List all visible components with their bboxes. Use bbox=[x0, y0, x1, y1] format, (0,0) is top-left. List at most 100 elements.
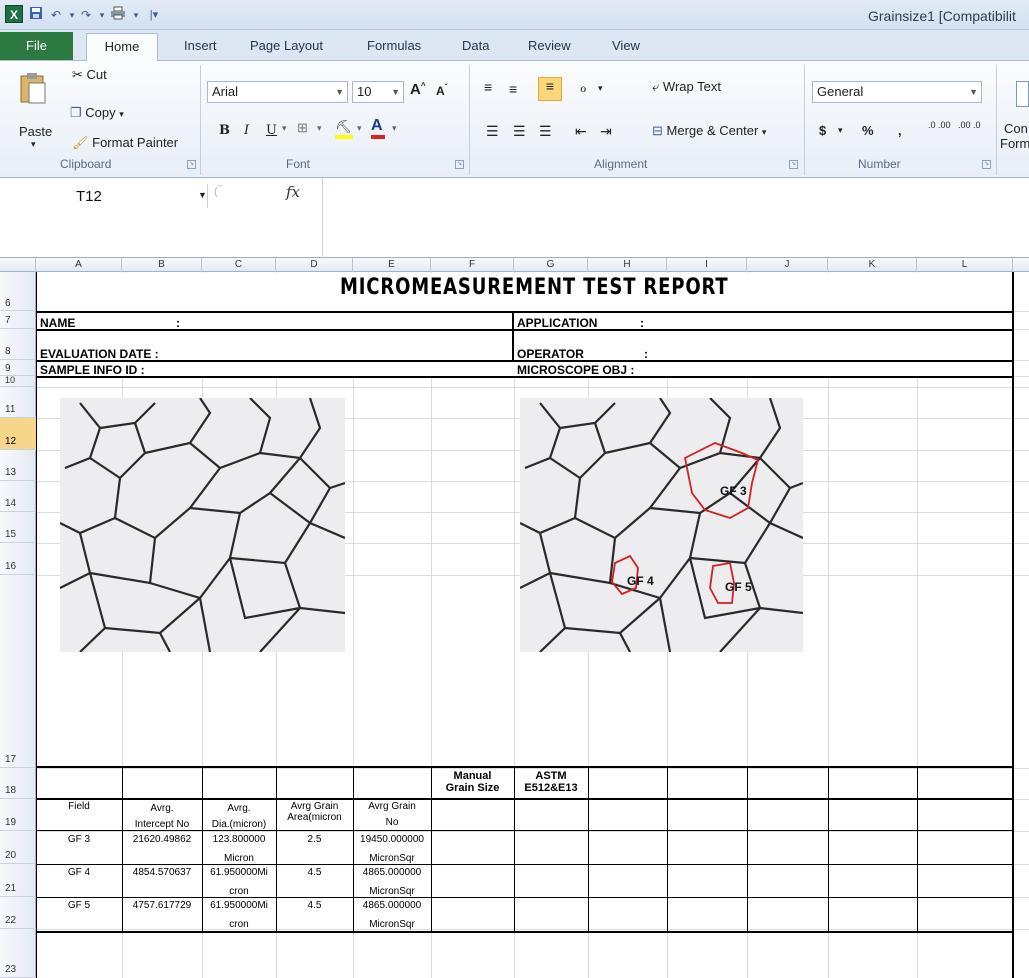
decrease-indent-icon[interactable]: ⇤ bbox=[575, 123, 587, 140]
name-box[interactable]: T12 bbox=[0, 184, 208, 208]
font-name-combo[interactable]: Arial ▼ bbox=[207, 81, 348, 103]
tab-review[interactable]: Review bbox=[528, 38, 571, 53]
borders-dropdown-icon[interactable]: ▾ bbox=[317, 123, 322, 134]
row-header-21[interactable]: 21 bbox=[0, 864, 36, 897]
tab-formulas[interactable]: Formulas bbox=[367, 38, 421, 53]
merge-center-button[interactable]: ⊟ Merge & Center ▾ bbox=[652, 123, 766, 139]
underline-button[interactable]: U bbox=[266, 123, 277, 138]
italic-button[interactable]: I bbox=[244, 123, 249, 138]
tab-insert[interactable]: Insert bbox=[184, 38, 217, 53]
align-middle-icon[interactable]: ≡ bbox=[509, 81, 517, 97]
column-header-h[interactable]: H bbox=[588, 258, 667, 272]
row-header-8[interactable]: 8 bbox=[0, 329, 36, 360]
tab-data[interactable]: Data bbox=[462, 38, 489, 53]
excel-logo-icon[interactable]: X bbox=[5, 5, 23, 23]
formula-bar-collapse-icon[interactable]: (‾ bbox=[214, 184, 222, 198]
row-header-11[interactable]: 11 bbox=[0, 387, 36, 418]
column-header-d[interactable]: D bbox=[276, 258, 353, 272]
paste-button[interactable]: Paste bbox=[19, 124, 52, 139]
diameter-cell[interactable]: 61.950000Mi cron bbox=[202, 900, 276, 930]
underline-dropdown-icon[interactable]: ▾ bbox=[282, 123, 287, 134]
intercept-cell[interactable]: 21620.49862 bbox=[122, 834, 202, 845]
grow-font-button[interactable]: A^ bbox=[410, 81, 426, 98]
clipboard-launcher-icon[interactable]: ↘ bbox=[187, 160, 196, 169]
area-cell[interactable]: 2.5 bbox=[276, 834, 353, 845]
tab-home[interactable]: Home bbox=[86, 33, 158, 61]
field-cell[interactable]: GF 3 bbox=[36, 834, 122, 845]
fill-dropdown-icon[interactable]: ▾ bbox=[357, 123, 362, 134]
cut-button[interactable]: ✂ Cut bbox=[72, 67, 107, 83]
column-header-e[interactable]: E bbox=[353, 258, 431, 272]
row-header-16[interactable]: 16 bbox=[0, 543, 36, 575]
print-dropdown-icon[interactable]: ▾ bbox=[128, 6, 144, 24]
row-header-7[interactable]: 7 bbox=[0, 311, 36, 329]
row-header-20[interactable]: 20 bbox=[0, 831, 36, 864]
tab-file[interactable]: File bbox=[0, 32, 73, 60]
grain-no-cell[interactable]: 4865.000000 MicronSqr bbox=[353, 900, 431, 930]
bold-button[interactable]: B bbox=[219, 123, 230, 138]
area-cell[interactable]: 4.5 bbox=[276, 900, 353, 911]
customize-quick-access-icon[interactable]: |▾ bbox=[146, 6, 162, 24]
grain-no-cell[interactable]: 4865.000000 MicronSqr bbox=[353, 867, 431, 897]
field-cell[interactable]: GF 5 bbox=[36, 900, 122, 911]
column-header-l[interactable]: L bbox=[917, 258, 1013, 272]
font-size-combo[interactable]: 10 ▼ bbox=[352, 81, 404, 103]
currency-dropdown-icon[interactable]: ▾ bbox=[838, 125, 843, 136]
comma-button[interactable]: , bbox=[898, 123, 902, 138]
row-header-22[interactable]: 22 bbox=[0, 897, 36, 929]
align-left-icon[interactable]: ☰ bbox=[486, 123, 499, 140]
redo-icon[interactable]: ↷ bbox=[78, 6, 94, 24]
row-header-15[interactable]: 15 bbox=[0, 512, 36, 543]
align-bottom-icon[interactable]: ≡ bbox=[538, 77, 562, 101]
alignment-launcher-icon[interactable]: ↘ bbox=[789, 160, 798, 169]
row-header-17[interactable]: 17 bbox=[0, 575, 36, 768]
worksheet-grid[interactable]: A B C D E F G H I J K L 6 7 8 9 10 11 12… bbox=[0, 258, 1029, 978]
save-icon[interactable] bbox=[28, 6, 44, 24]
diameter-cell[interactable]: 61.950000Mi cron bbox=[202, 867, 276, 897]
row-header-10[interactable]: 10 bbox=[0, 376, 36, 387]
insert-function-icon[interactable]: fx bbox=[286, 183, 300, 201]
format-painter-button[interactable]: 🖌 Format Painter bbox=[72, 135, 178, 151]
number-format-combo[interactable]: General ▼ bbox=[812, 81, 982, 103]
decrease-decimal-button[interactable]: .00 .0 bbox=[958, 121, 982, 130]
grain-no-cell[interactable]: 19450.000000 MicronSqr bbox=[353, 834, 431, 864]
fill-color-button[interactable]: ⛏ bbox=[335, 119, 353, 139]
align-right-icon[interactable]: ☰ bbox=[539, 123, 552, 140]
select-all-corner[interactable] bbox=[0, 258, 36, 272]
formula-input[interactable] bbox=[323, 179, 1029, 257]
undo-icon[interactable]: ↶ bbox=[48, 6, 64, 24]
wrap-text-button[interactable]: ⤶ Wrap Text bbox=[652, 79, 721, 95]
copy-button[interactable]: ❐ Copy ▾ bbox=[70, 105, 124, 121]
row-header-12[interactable]: 12 bbox=[0, 418, 36, 450]
redo-dropdown-icon[interactable]: ▾ bbox=[94, 6, 110, 24]
shrink-font-button[interactable]: Aˇ bbox=[436, 83, 447, 98]
orientation-dropdown-icon[interactable]: ▾ bbox=[598, 83, 603, 94]
diameter-cell[interactable]: 123.800000 Micron bbox=[202, 834, 276, 864]
font-color-dropdown-icon[interactable]: ▾ bbox=[392, 123, 397, 134]
orientation-icon[interactable]: ℴ bbox=[580, 79, 586, 96]
column-header-f[interactable]: F bbox=[431, 258, 514, 272]
paste-dropdown-icon[interactable]: ▾ bbox=[31, 139, 36, 150]
column-header-j[interactable]: J bbox=[747, 258, 828, 272]
column-header-i[interactable]: I bbox=[667, 258, 747, 272]
row-header-18[interactable]: 18 bbox=[0, 768, 36, 799]
column-header-c[interactable]: C bbox=[202, 258, 276, 272]
paste-icon[interactable] bbox=[18, 71, 48, 107]
row-header-14[interactable]: 14 bbox=[0, 481, 36, 512]
name-box-dropdown-icon[interactable]: ▼ bbox=[198, 190, 207, 200]
tab-view[interactable]: View bbox=[612, 38, 640, 53]
tab-page-layout[interactable]: Page Layout bbox=[250, 38, 323, 53]
currency-button[interactable]: $ bbox=[819, 123, 826, 138]
cell-styles-icon[interactable] bbox=[1016, 81, 1029, 107]
print-icon[interactable] bbox=[110, 6, 126, 24]
font-launcher-icon[interactable]: ↘ bbox=[455, 160, 464, 169]
column-header-b[interactable]: B bbox=[122, 258, 202, 272]
column-header-k[interactable]: K bbox=[828, 258, 917, 272]
row-header-19[interactable]: 19 bbox=[0, 799, 36, 831]
number-launcher-icon[interactable]: ↘ bbox=[982, 160, 991, 169]
increase-decimal-button[interactable]: .0 .00 bbox=[928, 121, 952, 130]
area-cell[interactable]: 4.5 bbox=[276, 867, 353, 878]
conditional-formatting-button[interactable]: Con bbox=[1004, 121, 1028, 136]
align-center-icon[interactable]: ☰ bbox=[513, 123, 526, 140]
align-top-icon[interactable]: ≡ bbox=[484, 79, 492, 95]
